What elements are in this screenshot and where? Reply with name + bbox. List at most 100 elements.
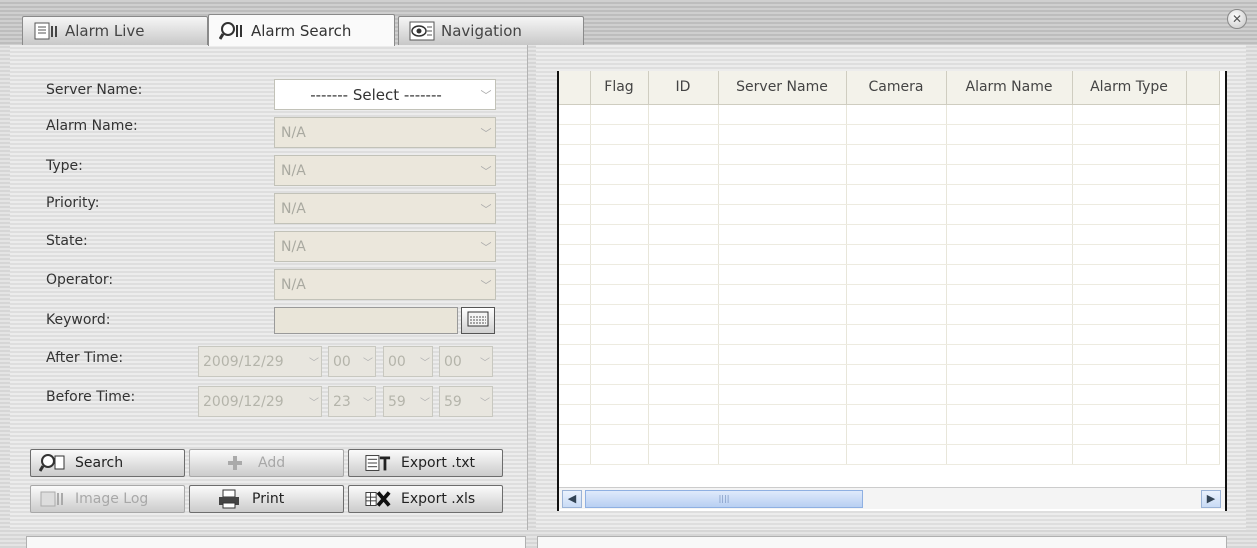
table-cell xyxy=(846,324,947,345)
export-xls-button[interactable]: Export .xls xyxy=(348,485,503,513)
export-txt-button-label: Export .txt xyxy=(401,455,475,471)
before-minute-value: 59 xyxy=(388,393,406,410)
scroll-left-icon[interactable]: ◀ xyxy=(562,490,582,508)
table-cell xyxy=(718,184,847,205)
table-cell xyxy=(1072,204,1187,225)
column-header-server-name[interactable]: Server Name xyxy=(718,71,847,105)
state-value: N/A xyxy=(281,238,306,255)
before-second-select[interactable]: 59 ﹀ xyxy=(439,386,493,417)
priority-select[interactable]: N/A ﹀ xyxy=(274,193,496,224)
table-cell xyxy=(648,124,719,145)
after-minute-select[interactable]: 00 ﹀ xyxy=(383,346,433,377)
table-row[interactable] xyxy=(559,164,1220,185)
tab-navigation-label: Navigation xyxy=(441,22,522,40)
close-icon[interactable]: ✕ xyxy=(1227,9,1247,29)
table-row[interactable] xyxy=(559,424,1220,445)
table-cell xyxy=(946,424,1073,445)
table-row[interactable] xyxy=(559,384,1220,405)
print-button-label: Print xyxy=(252,491,285,507)
export-txt-button[interactable]: Export .txt xyxy=(348,449,503,477)
server-name-value: ------- Select ------- xyxy=(310,85,442,104)
column-header-alarm-type[interactable]: Alarm Type xyxy=(1072,71,1187,105)
image-log-button[interactable]: Image Log xyxy=(30,485,185,513)
image-log-icon xyxy=(39,489,65,509)
table-cell xyxy=(946,244,1073,265)
table-cell xyxy=(590,304,649,325)
before-date-value: 2009/12/29 xyxy=(203,393,284,410)
table-cell xyxy=(590,224,649,245)
table-cell xyxy=(718,104,847,125)
table-cell xyxy=(590,204,649,225)
table-cell xyxy=(846,164,947,185)
table-cell xyxy=(946,324,1073,345)
before-hour-select[interactable]: 23 ﹀ xyxy=(328,386,376,417)
left-status-strip xyxy=(26,536,526,548)
table-row[interactable] xyxy=(559,244,1220,265)
table-cell xyxy=(718,244,847,265)
table-row[interactable] xyxy=(559,364,1220,385)
after-second-select[interactable]: 00 ﹀ xyxy=(439,346,493,377)
table-row[interactable] xyxy=(559,344,1220,365)
server-name-select[interactable]: ------- Select ------- ﹀ xyxy=(274,79,496,110)
column-header-camera[interactable]: Camera xyxy=(846,71,947,105)
table-cell xyxy=(1186,404,1220,425)
alarm-name-select[interactable]: N/A ﹀ xyxy=(274,117,496,148)
table-cell xyxy=(846,264,947,285)
tab-alarm-search[interactable]: Alarm Search xyxy=(208,14,395,46)
table-cell xyxy=(846,124,947,145)
table-cell xyxy=(590,104,649,125)
table-row[interactable] xyxy=(559,144,1220,165)
table-cell xyxy=(559,404,591,425)
table-cell xyxy=(718,384,847,405)
table-row[interactable] xyxy=(559,104,1220,125)
print-button[interactable]: Print xyxy=(189,485,344,513)
table-cell xyxy=(1186,424,1220,445)
table-row[interactable] xyxy=(559,404,1220,425)
add-button[interactable]: Add xyxy=(189,449,344,477)
right-status-strip xyxy=(537,536,1227,548)
horizontal-scrollbar[interactable]: ◀ |||| ▶ xyxy=(559,487,1225,509)
after-hour-select[interactable]: 00 ﹀ xyxy=(328,346,376,377)
table-cell xyxy=(846,384,947,405)
table-row[interactable] xyxy=(559,284,1220,305)
table-cell xyxy=(846,284,947,305)
export-xls-button-label: Export .xls xyxy=(401,491,476,507)
before-date-select[interactable]: 2009/12/29 ﹀ xyxy=(198,386,322,417)
results-table[interactable]: Flag ID Server Name Camera Alarm Name Al… xyxy=(557,71,1227,511)
table-cell xyxy=(1072,404,1187,425)
table-cell xyxy=(946,224,1073,245)
table-cell xyxy=(718,144,847,165)
table-cell xyxy=(946,264,1073,285)
table-cell xyxy=(1186,284,1220,305)
table-row[interactable] xyxy=(559,204,1220,225)
virtual-keyboard-button[interactable] xyxy=(461,307,495,334)
table-row[interactable] xyxy=(559,304,1220,325)
keyword-input[interactable] xyxy=(274,307,458,334)
column-header-alarm-name[interactable]: Alarm Name xyxy=(946,71,1073,105)
scroll-right-icon[interactable]: ▶ xyxy=(1201,490,1221,508)
before-second-value: 59 xyxy=(444,393,462,410)
table-row[interactable] xyxy=(559,184,1220,205)
tab-navigation[interactable]: Navigation xyxy=(398,16,584,45)
chevron-down-icon: ﹀ xyxy=(480,358,490,369)
operator-select[interactable]: N/A ﹀ xyxy=(274,269,496,300)
table-row[interactable] xyxy=(559,124,1220,145)
state-label: State: xyxy=(46,233,88,249)
state-select[interactable]: N/A ﹀ xyxy=(274,231,496,262)
table-cell xyxy=(1072,364,1187,385)
scroll-thumb[interactable]: |||| xyxy=(585,490,863,508)
type-select[interactable]: N/A ﹀ xyxy=(274,155,496,186)
table-row[interactable] xyxy=(559,444,1220,465)
after-date-select[interactable]: 2009/12/29 ﹀ xyxy=(198,346,322,377)
search-button[interactable]: Search xyxy=(30,449,185,477)
table-cell xyxy=(559,144,591,165)
before-minute-select[interactable]: 59 ﹀ xyxy=(383,386,433,417)
table-cell xyxy=(590,444,649,465)
column-header-flag[interactable]: Flag xyxy=(590,71,649,105)
table-row[interactable] xyxy=(559,264,1220,285)
before-hour-value: 23 xyxy=(333,393,351,410)
table-row[interactable] xyxy=(559,324,1220,345)
table-row[interactable] xyxy=(559,224,1220,245)
tab-alarm-live[interactable]: Alarm Live xyxy=(22,16,208,45)
column-header-id[interactable]: ID xyxy=(648,71,719,105)
